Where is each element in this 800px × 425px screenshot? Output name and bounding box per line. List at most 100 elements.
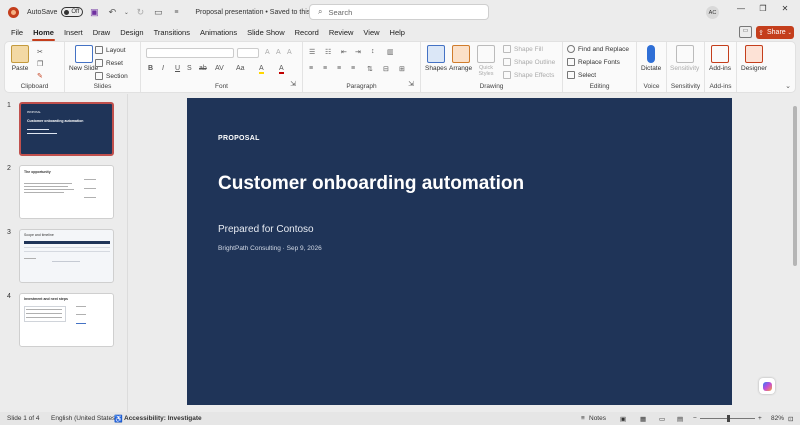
decrease-font-icon[interactable]: A bbox=[276, 49, 281, 56]
shapes-button[interactable]: Shapes bbox=[425, 45, 447, 72]
replace-fonts-button[interactable]: Replace Fonts bbox=[567, 58, 620, 66]
notes-button[interactable]: Notes bbox=[589, 415, 606, 422]
shape-effects-button[interactable]: Shape Effects bbox=[503, 71, 554, 79]
slideshow-icon[interactable]: ▤ bbox=[677, 415, 683, 423]
close-icon[interactable]: ✕ bbox=[777, 4, 793, 13]
justify-icon[interactable]: ≡ bbox=[351, 65, 355, 72]
share-button[interactable]: ⇪ Share ⌄ bbox=[756, 26, 794, 39]
copilot-icon[interactable] bbox=[759, 378, 775, 394]
align-right-icon[interactable]: ≡ bbox=[337, 65, 341, 72]
shape-fill-button[interactable]: Shape Fill bbox=[503, 45, 543, 53]
autosave-toggle[interactable]: Off bbox=[61, 7, 84, 17]
select-button[interactable]: Select bbox=[567, 71, 596, 79]
line-spacing-icon[interactable]: ↕ bbox=[371, 48, 375, 55]
vertical-scrollbar[interactable] bbox=[792, 96, 798, 412]
tab-design[interactable]: Design bbox=[115, 28, 148, 41]
accessibility-status[interactable]: Accessibility: Investigate bbox=[124, 415, 202, 422]
document-title[interactable]: Proposal presentation • Saved to this PC bbox=[195, 9, 322, 16]
italic-button[interactable]: I bbox=[162, 65, 164, 72]
language-status[interactable]: English (United States) bbox=[51, 415, 117, 422]
section-button[interactable]: Section bbox=[95, 72, 128, 80]
copy-icon[interactable]: ❐ bbox=[37, 60, 43, 68]
find-replace-button[interactable]: Find and Replace bbox=[567, 45, 629, 53]
slide-thumbnail-1[interactable]: PROPOSAL Customer onboarding automation bbox=[19, 102, 114, 156]
layout-button[interactable]: Layout bbox=[95, 46, 126, 54]
tab-slide-show[interactable]: Slide Show bbox=[242, 28, 290, 41]
slide-thumbnail-2[interactable]: The opportunity bbox=[19, 165, 114, 219]
undo-dropdown-icon[interactable]: ⌄ bbox=[123, 5, 129, 19]
redo-icon[interactable]: ↻ bbox=[133, 5, 147, 19]
new-slide-button[interactable]: New Slide bbox=[69, 45, 98, 72]
reset-button[interactable]: Reset bbox=[95, 59, 123, 67]
underline-button[interactable]: U bbox=[175, 65, 180, 72]
tab-home[interactable]: Home bbox=[28, 28, 59, 41]
decrease-indent-icon[interactable]: ⇤ bbox=[341, 48, 347, 56]
designer-button[interactable]: Designer bbox=[741, 45, 767, 72]
scrollbar-thumb[interactable] bbox=[793, 106, 797, 266]
align-left-icon[interactable]: ≡ bbox=[309, 65, 313, 72]
change-case-button[interactable]: Aa bbox=[236, 65, 245, 72]
presenter-icon[interactable]: ▭ bbox=[151, 5, 165, 19]
arrange-button[interactable]: Arrange bbox=[449, 45, 472, 72]
search-input[interactable]: ⌕ Search bbox=[309, 4, 489, 20]
increase-indent-icon[interactable]: ⇥ bbox=[355, 48, 361, 56]
tab-insert[interactable]: Insert bbox=[59, 28, 88, 41]
font-size-combobox[interactable] bbox=[237, 48, 259, 58]
zoom-level[interactable]: 82% bbox=[771, 415, 784, 422]
bullets-icon[interactable]: ☰ bbox=[309, 48, 315, 56]
shape-outline-button[interactable]: Shape Outline bbox=[503, 58, 555, 66]
customize-toolbar-icon[interactable]: ≡ bbox=[169, 5, 183, 19]
normal-view-icon[interactable]: ▣ bbox=[620, 415, 626, 423]
tab-review[interactable]: Review bbox=[324, 28, 359, 41]
highlight-button[interactable]: A bbox=[259, 65, 264, 74]
slide-byline[interactable]: BrightPath Consulting · Sep 9, 2026 bbox=[218, 245, 322, 252]
font-name-combobox[interactable] bbox=[146, 48, 234, 58]
slide-sorter-icon[interactable]: ▦ bbox=[640, 415, 646, 423]
paste-button[interactable]: Paste bbox=[11, 45, 29, 72]
minimize-icon[interactable]: — bbox=[733, 4, 749, 13]
tab-file[interactable]: File bbox=[6, 28, 28, 41]
font-color-button[interactable]: A bbox=[279, 65, 284, 74]
comments-icon[interactable]: ▭ bbox=[739, 26, 752, 38]
numbering-icon[interactable]: ☷ bbox=[325, 48, 331, 56]
align-text-icon[interactable]: ⊟ bbox=[383, 65, 389, 73]
strikethrough-button[interactable]: ab bbox=[199, 65, 207, 72]
dictate-button[interactable]: Dictate bbox=[641, 45, 661, 72]
slide-title[interactable]: Customer onboarding automation bbox=[218, 173, 524, 195]
slide-subtitle[interactable]: Prepared for Contoso bbox=[218, 224, 314, 235]
increase-font-icon[interactable]: A bbox=[265, 49, 270, 56]
tab-transitions[interactable]: Transitions bbox=[149, 28, 195, 41]
clear-formatting-icon[interactable]: A bbox=[287, 49, 292, 56]
zoom-slider-knob[interactable] bbox=[727, 415, 730, 422]
align-center-icon[interactable]: ≡ bbox=[323, 65, 327, 72]
avatar[interactable]: AC bbox=[706, 6, 719, 19]
slide-thumbnail-3[interactable]: Scope and timeline bbox=[19, 229, 114, 283]
addins-button[interactable]: Add-ins bbox=[709, 45, 731, 72]
fit-to-window-icon[interactable]: ⊡ bbox=[788, 415, 793, 423]
cut-icon[interactable]: ✂ bbox=[37, 48, 43, 56]
smartart-icon[interactable]: ⊞ bbox=[399, 65, 405, 73]
quick-styles-button[interactable]: Quick Styles bbox=[475, 45, 497, 77]
slide-canvas[interactable]: PROPOSAL Customer onboarding automation … bbox=[187, 98, 732, 405]
paragraph-dialog-icon[interactable]: ⇲ bbox=[408, 80, 414, 88]
bold-button[interactable]: B bbox=[148, 65, 153, 72]
tab-view[interactable]: View bbox=[358, 28, 384, 41]
tab-draw[interactable]: Draw bbox=[88, 28, 116, 41]
reading-view-icon[interactable]: ▭ bbox=[659, 415, 665, 423]
tab-record[interactable]: Record bbox=[290, 28, 324, 41]
slide-kicker[interactable]: PROPOSAL bbox=[218, 135, 260, 142]
sensitivity-button[interactable]: Sensitivity bbox=[670, 45, 699, 72]
zoom-in-icon[interactable]: + bbox=[758, 415, 762, 422]
tab-animations[interactable]: Animations bbox=[195, 28, 242, 41]
text-direction-icon[interactable]: ⇅ bbox=[367, 65, 373, 73]
zoom-out-icon[interactable]: − bbox=[693, 415, 697, 422]
collapse-ribbon-icon[interactable]: ⌄ bbox=[785, 82, 791, 90]
tab-help[interactable]: Help bbox=[385, 28, 410, 41]
character-spacing-button[interactable]: AV bbox=[215, 65, 224, 72]
font-dialog-icon[interactable]: ⇲ bbox=[290, 80, 296, 88]
save-icon[interactable]: ▣ bbox=[87, 5, 101, 19]
restore-icon[interactable]: ❐ bbox=[755, 4, 771, 13]
slide-thumbnail-4[interactable]: Investment and next steps bbox=[19, 293, 114, 347]
undo-icon[interactable]: ↶ bbox=[105, 5, 119, 19]
shadow-button[interactable]: S bbox=[187, 65, 192, 72]
